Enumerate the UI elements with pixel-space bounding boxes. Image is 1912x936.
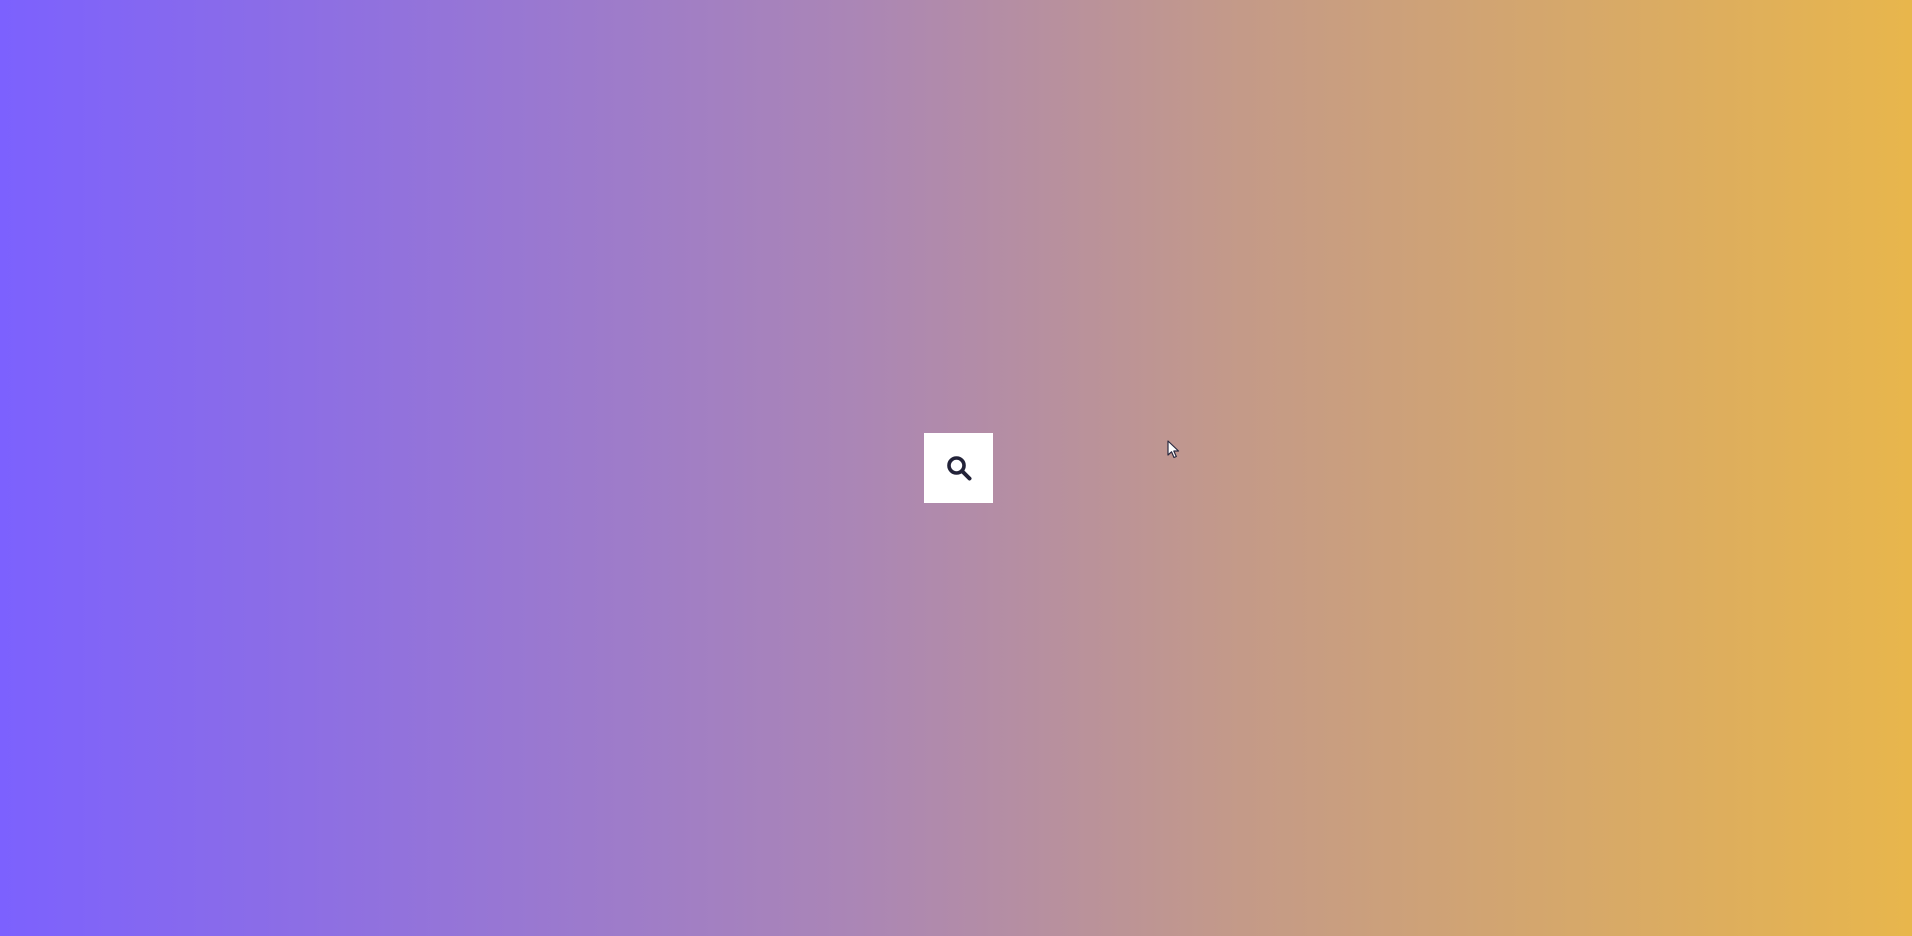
search-button[interactable] <box>924 433 993 503</box>
search-icon <box>944 453 974 483</box>
